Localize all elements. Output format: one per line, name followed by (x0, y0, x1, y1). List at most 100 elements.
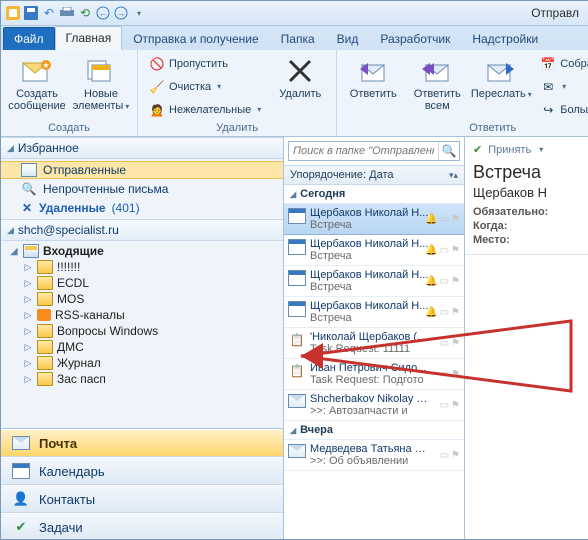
message-from: 'Николай Щербаков (... (310, 331, 430, 343)
tab-view[interactable]: Вид (326, 27, 370, 50)
message-subject: Встреча (310, 281, 430, 293)
new-items-button[interactable]: Новые элементы▾ (71, 52, 131, 121)
expander-icon[interactable]: ▷ (23, 262, 33, 273)
cleanup-button[interactable]: 🧹Очистка▾ (144, 76, 266, 98)
expander-icon[interactable]: ▷ (23, 278, 33, 289)
flag-icon[interactable]: ⚑ (451, 276, 460, 287)
expander-icon[interactable]: ◢ (9, 246, 19, 257)
expander-icon[interactable]: ▷ (23, 294, 33, 305)
tree-folder[interactable]: ▷ ДМС (1, 339, 283, 355)
category-icon[interactable]: ▭ (440, 400, 449, 411)
reply-icon (357, 55, 389, 87)
flag-icon[interactable]: ⚑ (451, 450, 460, 461)
message-item[interactable]: Медведева Татьяна Н...>>: Об объявлении ▭… (284, 440, 464, 471)
meeting-item-icon (288, 208, 306, 224)
category-icon[interactable]: ▭ (440, 307, 449, 318)
favorites-header[interactable]: ◢Избранное (1, 137, 283, 159)
accept-dropdown-icon[interactable]: ▾ (539, 145, 543, 154)
category-icon[interactable]: ▭ (440, 450, 449, 461)
tree-folder[interactable]: ▷Зас пасп (1, 371, 283, 387)
expander-icon[interactable]: ▷ (23, 326, 33, 337)
message-subject: Task Request: 11111 (310, 343, 430, 355)
arrange-header[interactable]: Упорядочение: Дата ▾▴ (284, 165, 464, 185)
reading-when-label: Когда: (473, 220, 581, 232)
message-item[interactable]: 📋'Николай Щербаков (...Task Request: 111… (284, 328, 464, 359)
tree-inbox[interactable]: ◢Входящие (1, 243, 283, 259)
folder-icon (37, 292, 53, 306)
category-icon[interactable]: ▭ (440, 245, 449, 256)
junk-button[interactable]: 🙍Нежелательные▾ (144, 99, 266, 121)
back-icon[interactable]: ← (95, 5, 111, 21)
category-icon[interactable]: ▭ (440, 338, 449, 349)
meeting-button[interactable]: 📅Собрание (535, 53, 588, 75)
reply-button[interactable]: Ответить (343, 52, 403, 121)
tab-folder[interactable]: Папка (270, 27, 326, 50)
tab-developer[interactable]: Разработчик (369, 27, 461, 50)
ignore-button[interactable]: 🚫Пропустить (144, 53, 266, 75)
flag-icon[interactable]: ⚑ (451, 307, 460, 318)
flag-icon[interactable]: ⚑ (451, 400, 460, 411)
tree-folder[interactable]: ▷RSS-каналы (1, 307, 283, 323)
message-group-header[interactable]: ◢Сегодня (284, 185, 464, 204)
tree-folder[interactable]: ▷Вопросы Windows (1, 323, 283, 339)
more-respond-button[interactable]: ↪Больше▾ (535, 99, 588, 121)
flag-icon[interactable]: ⚑ (451, 245, 460, 256)
accept-check-icon[interactable]: ✔ (473, 143, 482, 156)
message-item[interactable]: Shcherbakov Nikolay 1...>>: Автозапчасти… (284, 390, 464, 421)
message-subject: >>: Об объявлении (310, 455, 430, 467)
message-item[interactable]: Щербаков Николай Н...Встреча🔔▭⚑ (284, 235, 464, 266)
sendreceive-icon[interactable]: ⟲ (77, 5, 93, 21)
undo-icon[interactable]: ↶ (41, 5, 57, 21)
tab-home[interactable]: Главная (55, 26, 123, 50)
print-icon[interactable] (59, 5, 75, 21)
expander-icon[interactable]: ▷ (23, 358, 33, 369)
account-header[interactable]: ◢shch@specialist.ru (1, 219, 283, 241)
folder-label: ДМС (57, 340, 84, 354)
category-icon[interactable]: ▭ (440, 214, 449, 225)
forward-icon[interactable]: → (113, 5, 129, 21)
message-item[interactable]: Щербаков Николай Н...Встреча🔔▭⚑ (284, 297, 464, 328)
message-item[interactable]: 📋Иван Петрович Сидо...Task Request: Подг… (284, 359, 464, 390)
sort-toggle-icon[interactable]: ▾▴ (449, 170, 458, 181)
new-message-button[interactable]: ★ Создать сообщение (7, 52, 67, 121)
reading-subject: Встреча (473, 162, 581, 183)
search-input[interactable] (289, 142, 438, 160)
nav-mail-button[interactable]: Почта (1, 429, 283, 457)
message-from: Медведева Татьяна Н... (310, 443, 430, 455)
tab-addins[interactable]: Надстройки (461, 27, 549, 50)
tree-folder[interactable]: ▷MOS (1, 291, 283, 307)
expander-icon[interactable]: ▷ (23, 342, 33, 353)
flag-icon[interactable]: ⚑ (451, 338, 460, 349)
tree-folder[interactable]: ▷!!!!!!! (1, 259, 283, 275)
expander-icon[interactable]: ▷ (23, 374, 33, 385)
fav-sent[interactable]: Отправленные (1, 161, 283, 179)
forward-button[interactable]: Переслать▾ (471, 52, 531, 121)
search-button[interactable]: 🔍 (438, 142, 459, 160)
accept-button[interactable]: Принять (488, 144, 531, 156)
respond-gallery-button[interactable]: ✉▾ (535, 76, 588, 98)
expander-icon[interactable]: ▷ (23, 310, 33, 321)
fav-unread[interactable]: 🔍Непрочтенные письма (1, 179, 283, 199)
flag-icon[interactable]: ⚑ (451, 214, 460, 225)
message-group-header[interactable]: ◢Вчера (284, 421, 464, 440)
tab-sendreceive[interactable]: Отправка и получение (122, 27, 269, 50)
tree-folder[interactable]: ▷ECDL (1, 275, 283, 291)
new-mail-icon: ★ (21, 55, 53, 87)
reply-all-button[interactable]: Ответить всем (407, 52, 467, 121)
nav-tasks-button[interactable]: ✔Задачи (1, 513, 283, 540)
tree-folder[interactable]: ▷Журнал (1, 355, 283, 371)
collapse-icon: ◢ (7, 143, 14, 154)
tab-file[interactable]: Файл (3, 27, 55, 50)
fav-deleted[interactable]: ✕Удаленные (401) (1, 199, 283, 217)
more-icon: ↪ (540, 102, 556, 118)
message-item[interactable]: Щербаков Николай Н...Встреча🔔▭⚑ (284, 204, 464, 235)
save-icon[interactable] (23, 5, 39, 21)
category-icon[interactable]: ▭ (440, 276, 449, 287)
nav-contacts-button[interactable]: 👤Контакты (1, 485, 283, 513)
flag-icon[interactable]: ⚑ (451, 369, 460, 380)
message-item[interactable]: Щербаков Николай Н...Встреча🔔▭⚑ (284, 266, 464, 297)
delete-button[interactable]: Удалить (270, 52, 330, 121)
qat-more-icon[interactable]: ▾ (131, 5, 147, 21)
category-icon[interactable]: ▭ (440, 369, 449, 380)
nav-calendar-button[interactable]: Календарь (1, 457, 283, 485)
